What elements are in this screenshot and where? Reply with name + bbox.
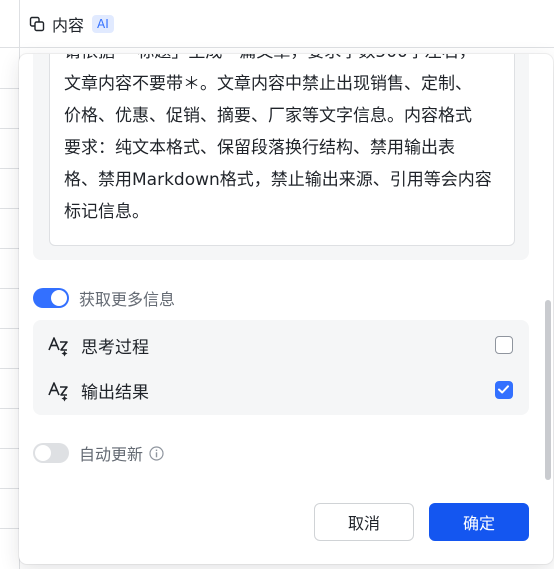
more-info-options: 思考过程 输出结果 xyxy=(33,320,529,415)
option-thinking-process[interactable]: 思考过程 xyxy=(33,322,529,368)
more-info-row: 获取更多信息 xyxy=(33,286,175,310)
grid-row-line xyxy=(0,208,19,209)
prompt-line: 文章内容不要带＊。文章内容中禁止出现销售、定制、 xyxy=(64,74,472,94)
more-info-toggle[interactable] xyxy=(33,288,69,308)
grid-row-line xyxy=(0,168,19,169)
option-label: 输出结果 xyxy=(81,382,149,403)
cancel-button[interactable]: 取消 xyxy=(314,503,414,541)
grid-row-line xyxy=(0,488,19,489)
header-divider xyxy=(0,47,554,48)
auto-update-label: 自动更新 xyxy=(79,445,144,464)
column-header[interactable]: 内容 AI xyxy=(20,0,554,47)
toggle-knob xyxy=(35,445,51,461)
option-output-result[interactable]: 输出结果 xyxy=(33,367,529,413)
auto-update-toggle[interactable] xyxy=(33,443,69,463)
column-title: 内容 xyxy=(52,15,85,35)
prompt-line: 格、禁用Markdown格式，禁止输出来源、引用等会内容 xyxy=(64,170,492,190)
ai-field-settings-panel: 请依据 「标题」生成一篇文章，要求字数500字左右， 文章内容不要带＊。文章内容… xyxy=(19,54,553,564)
prompt-line: 价格、优惠、促销、摘要、厂家等文字信息。内容格式 xyxy=(64,106,472,126)
ai-text-icon xyxy=(47,333,71,357)
info-icon[interactable] xyxy=(149,445,164,461)
more-info-label: 获取更多信息 xyxy=(79,290,176,309)
prompt-line: 要求：纯文本格式、保留段落换行结构、禁用输出表 xyxy=(64,138,455,158)
grid-row-line xyxy=(0,328,19,329)
grid-row-line xyxy=(0,248,19,249)
grid-row-line xyxy=(0,408,19,409)
grid-row-line xyxy=(0,288,19,289)
grid-row-line xyxy=(0,128,19,129)
grid-row-line xyxy=(0,88,19,89)
toggle-knob xyxy=(51,290,67,306)
ai-badge: AI xyxy=(92,14,114,33)
prompt-text: 请依据 「标题」生成一篇文章，要求字数500字左右， 文章内容不要带＊。文章内容… xyxy=(64,54,504,228)
prompt-line: 请依据 「标题」生成一篇文章，要求字数500字左右， xyxy=(64,54,504,68)
check-icon xyxy=(498,385,509,394)
output-result-checkbox[interactable] xyxy=(495,381,513,399)
confirm-button[interactable]: 确定 xyxy=(429,503,529,541)
option-label: 思考过程 xyxy=(81,337,149,358)
grid-row-line xyxy=(0,368,19,369)
field-link-icon xyxy=(28,15,46,33)
scrollbar-thumb[interactable] xyxy=(545,300,551,480)
prompt-section: 请依据 「标题」生成一篇文章，要求字数500字左右， 文章内容不要带＊。文章内容… xyxy=(33,54,529,260)
prompt-editor[interactable]: 请依据 「标题」生成一篇文章，要求字数500字左右， 文章内容不要带＊。文章内容… xyxy=(49,54,515,246)
grid-row-line xyxy=(0,528,19,529)
ai-text-icon xyxy=(47,378,71,402)
auto-update-row: 自动更新 xyxy=(33,441,164,465)
prompt-line: 标记信息。 xyxy=(64,202,149,222)
thinking-process-checkbox[interactable] xyxy=(495,336,513,354)
grid-row-line xyxy=(0,448,19,449)
